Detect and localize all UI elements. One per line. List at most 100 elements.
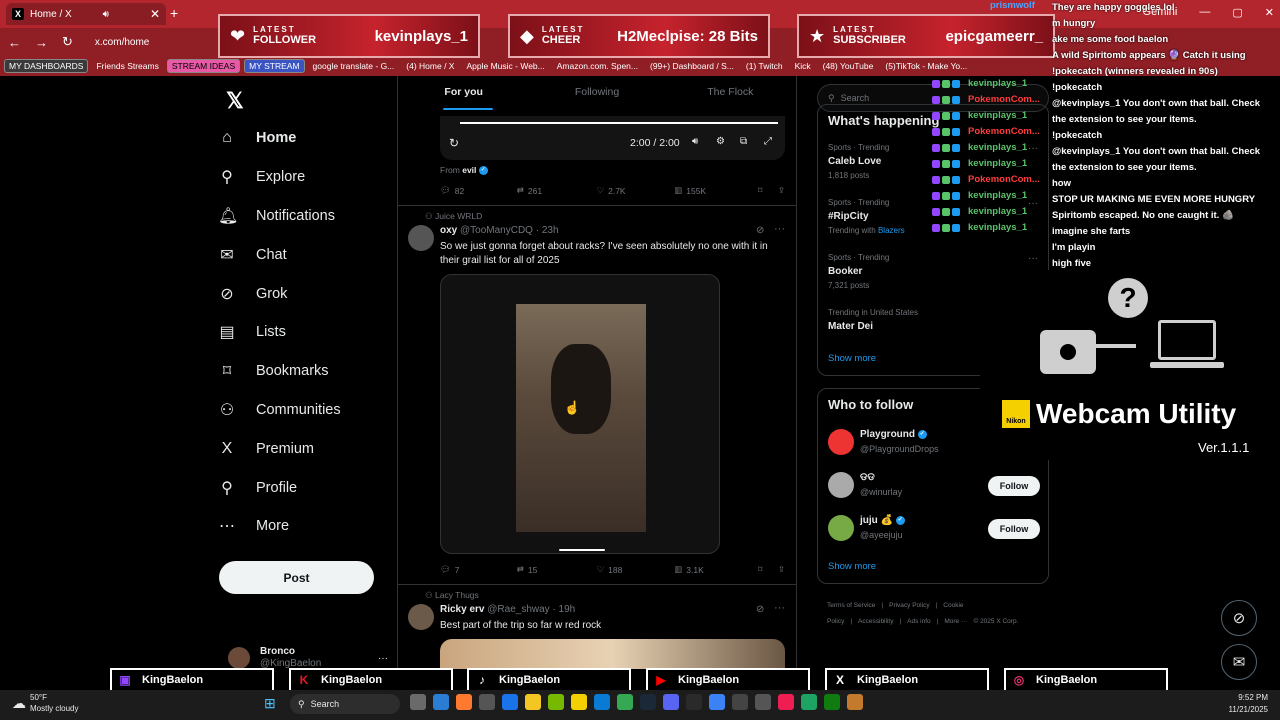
xbox-icon[interactable] <box>824 694 840 710</box>
bookmark-item[interactable]: (48) YouTube <box>819 60 878 72</box>
taskbar-search[interactable]: ⚲ Search <box>290 694 400 714</box>
more-icon[interactable]: ··· <box>378 653 388 664</box>
folder-icon[interactable] <box>525 694 541 710</box>
nav-item-profile[interactable]: ⚲ Profile <box>218 468 388 507</box>
tab-the-flock[interactable]: The Flock <box>664 86 797 98</box>
more-icon[interactable]: ··· <box>1028 253 1038 264</box>
footer-link[interactable]: Ads info <box>907 618 931 625</box>
follow-name[interactable]: ଡଡ <box>860 472 875 483</box>
share-icon[interactable]: ⇪ <box>778 185 785 196</box>
pip-icon[interactable]: ⧉ <box>740 136 747 147</box>
close-tab-icon[interactable]: ✕ <box>150 7 160 21</box>
obs-icon[interactable] <box>755 694 771 710</box>
source-name[interactable]: evil <box>462 165 476 175</box>
tiktok-icon[interactable] <box>778 694 794 710</box>
footer-link[interactable]: More ··· <box>944 618 967 625</box>
bookmark-item[interactable]: (1) Twitch <box>742 60 787 72</box>
grok-icon[interactable]: ⊘ <box>756 225 764 236</box>
community-context[interactable]: ⚇ Juice WRLD <box>425 211 482 222</box>
settings-icon[interactable]: ⚙ <box>716 136 725 147</box>
author-name[interactable]: Ricky erv <box>440 604 484 615</box>
epic-games-icon[interactable] <box>686 694 702 710</box>
nav-item-explore[interactable]: ⚲ Explore <box>218 158 388 197</box>
views-button[interactable]: ▥ 155K <box>674 185 758 196</box>
repost-button[interactable]: ⇄ 261 <box>517 185 597 196</box>
bookmark-item[interactable]: MY STREAM <box>244 59 305 73</box>
edge-icon[interactable] <box>594 694 610 710</box>
author-handle[interactable]: @Rae_shway · 19h <box>487 604 575 615</box>
windows-start-icon[interactable]: ⊞ <box>264 695 276 712</box>
share-icon[interactable]: ⇪ <box>778 564 785 575</box>
follow-name[interactable]: juju 💰 ✓ <box>860 515 905 526</box>
avatar[interactable] <box>408 604 434 630</box>
tweet-media[interactable] <box>440 639 785 669</box>
video-progress-bar[interactable] <box>460 122 778 124</box>
author-name[interactable]: oxy <box>440 225 457 236</box>
bookmark-item[interactable]: STREAM IDEAS <box>166 59 241 73</box>
avatar[interactable] <box>828 429 854 455</box>
follow-suggestion[interactable]: ଡଡ @winurlay Follow <box>828 470 1040 502</box>
more-icon[interactable]: ··· <box>774 602 785 614</box>
nav-item-bookmarks[interactable]: ⌑ Bookmarks <box>218 352 388 391</box>
nav-item-premium[interactable]: X Premium <box>218 429 388 468</box>
footer-link[interactable]: Accessibility <box>858 618 893 625</box>
app-icon[interactable] <box>732 694 748 710</box>
nav-item-lists[interactable]: ▤ Lists <box>218 313 388 352</box>
app-icon[interactable] <box>571 694 587 710</box>
grok-fab-button[interactable]: ⊘ <box>1221 600 1257 636</box>
bookmark-item[interactable]: (99+) Dashboard / S... <box>646 60 738 72</box>
browser-tab[interactable]: X Home / X 🔊︎ ✕ <box>6 3 166 25</box>
speaker-icon[interactable]: 🔊︎ <box>103 9 109 20</box>
bookmark-item[interactable]: Friends Streams <box>92 60 162 72</box>
bookmark-icon[interactable]: ⌑ <box>758 185 778 196</box>
repost-button[interactable]: ⇄ 15 <box>517 564 597 575</box>
tab-following[interactable]: Following <box>530 86 663 98</box>
nav-item-grok[interactable]: ⊘ Grok <box>218 274 388 313</box>
avatar[interactable] <box>828 472 854 498</box>
bookmark-item[interactable]: Apple Music - Web... <box>462 60 548 72</box>
footer-link[interactable]: Terms of Service <box>827 602 875 609</box>
reply-button[interactable]: 💬︎ 7 <box>440 564 517 575</box>
nav-item-chat[interactable]: ✉ Chat <box>218 235 388 274</box>
app-icon[interactable] <box>479 694 495 710</box>
follow-name[interactable]: Playground ✓ <box>860 429 927 440</box>
new-tab-button[interactable]: + <box>170 5 178 21</box>
app-icon[interactable] <box>456 694 472 710</box>
bookmark-item[interactable]: (4) Home / X <box>402 60 458 72</box>
community-context[interactable]: ⚇ Lacy Thugs <box>425 590 479 601</box>
bookmark-item[interactable]: Amazon.com. Spen... <box>553 60 642 72</box>
footer-link[interactable]: Privacy Policy <box>889 602 929 609</box>
bookmark-item[interactable]: Kick <box>791 60 815 72</box>
x-logo-icon[interactable]: 𝕏 <box>226 88 244 114</box>
show-more-link[interactable]: Show more <box>828 561 876 572</box>
bookmark-item[interactable]: google translate - G... <box>309 60 399 72</box>
like-button[interactable]: ♡ 2.7K <box>596 185 674 196</box>
video-player[interactable]: ↻ 2:00 / 2:00 🔊︎ ⚙ ⧉ ⤢ <box>440 116 785 160</box>
show-more-link[interactable]: Show more <box>828 353 876 364</box>
replay-icon[interactable]: ↻ <box>449 136 459 150</box>
nav-item-notifications[interactable]: 🔔︎ Notifications <box>218 197 388 236</box>
follow-button[interactable]: Follow <box>988 476 1040 496</box>
reload-icon[interactable]: ↻ <box>62 34 73 50</box>
forward-icon[interactable]: → <box>35 35 48 50</box>
bookmark-icon[interactable]: ⌑ <box>758 564 778 575</box>
nvidia-icon[interactable] <box>548 694 564 710</box>
nav-item-communities[interactable]: ⚇ Communities <box>218 391 388 430</box>
chrome-icon[interactable] <box>617 694 633 710</box>
app-icon[interactable] <box>801 694 817 710</box>
clock[interactable]: 9:52 PM 11/21/2025 <box>1229 692 1268 716</box>
avatar[interactable] <box>408 225 434 251</box>
app-icon[interactable] <box>847 694 863 710</box>
task-view-icon[interactable] <box>410 694 426 710</box>
reply-button[interactable]: 💬︎ 82 <box>440 185 517 196</box>
post-button[interactable]: Post <box>219 561 374 594</box>
fullscreen-icon[interactable]: ⤢ <box>764 136 772 147</box>
app-icon[interactable] <box>709 694 725 710</box>
volume-icon[interactable]: 🔊︎ <box>692 136 698 147</box>
bookmark-item[interactable]: (5)TikTok - Make Yo... <box>881 60 971 72</box>
back-icon[interactable]: ← <box>8 35 21 50</box>
nav-item-home[interactable]: ⌂ Home <box>218 119 388 158</box>
avatar[interactable] <box>828 515 854 541</box>
more-icon[interactable]: ··· <box>774 223 785 235</box>
outlook-icon[interactable] <box>502 694 518 710</box>
